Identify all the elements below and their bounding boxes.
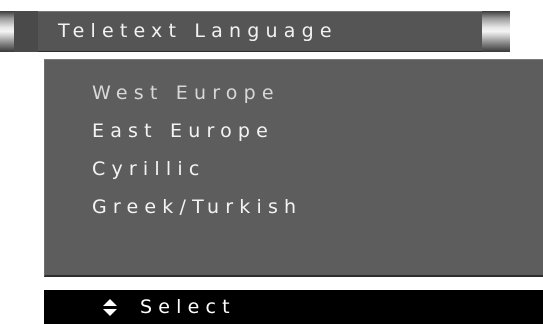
- footer-select-label: Select: [140, 296, 236, 318]
- page-title: Teletext Language: [58, 20, 338, 42]
- menu-item-cyrillic[interactable]: Cyrillic: [92, 158, 205, 180]
- menu-item-east-europe[interactable]: East Europe: [92, 120, 274, 142]
- menu-item-west-europe[interactable]: West Europe: [92, 82, 280, 104]
- menu-item-greek-turkish[interactable]: Greek/Turkish: [92, 196, 302, 218]
- menu-panel: West Europe East Europe Cyrillic Greek/T…: [44, 59, 543, 277]
- title-bar-left-cap: [0, 11, 14, 52]
- title-bar-left-edge: [14, 11, 38, 52]
- up-down-arrows-icon: [103, 299, 117, 316]
- title-bar: Teletext Language: [0, 11, 543, 52]
- title-bar-right-cap: [482, 11, 510, 52]
- footer-hint-bar: Select: [44, 290, 543, 324]
